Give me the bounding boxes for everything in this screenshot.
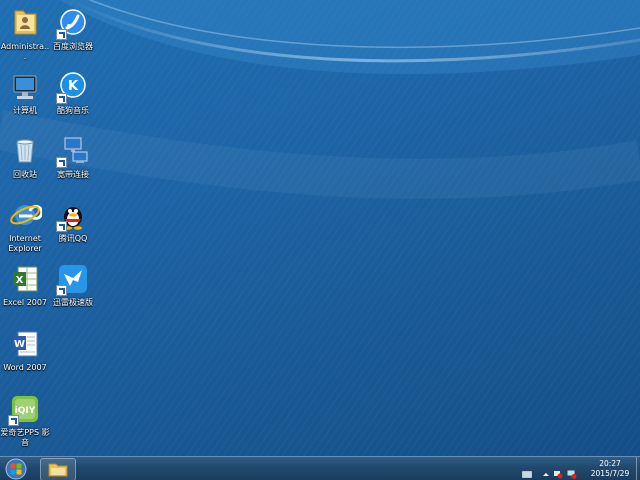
shortcut-arrow-icon bbox=[56, 93, 67, 104]
clock-date: 2015/7/29 bbox=[590, 469, 630, 478]
desktop-icon-excel[interactable]: X Excel 2007 bbox=[0, 262, 50, 308]
svg-text:K: K bbox=[68, 79, 79, 94]
show-desktop-button[interactable] bbox=[636, 457, 640, 480]
computer-icon bbox=[8, 70, 42, 104]
recycle-bin-icon bbox=[8, 134, 42, 168]
icon-label: Administra... bbox=[0, 42, 50, 61]
windows-start-icon[interactable] bbox=[3, 458, 29, 480]
shortcut-arrow-icon bbox=[56, 221, 67, 232]
network-status-icon[interactable] bbox=[567, 464, 577, 479]
svg-text:X: X bbox=[16, 275, 24, 286]
icon-label: 计算机 bbox=[13, 106, 37, 115]
shortcut-arrow-icon bbox=[56, 29, 67, 40]
desktop-icon-kugou[interactable]: K 酷狗音乐 bbox=[48, 70, 98, 116]
baidu-browser-icon bbox=[56, 6, 90, 40]
kugou-music-icon: K bbox=[56, 70, 90, 104]
user-folder-icon bbox=[8, 6, 42, 40]
desktop-icon-recycle-bin[interactable]: 回收站 bbox=[0, 134, 50, 180]
show-hidden-icons-icon[interactable] bbox=[541, 464, 551, 476]
desktop-icon-baidu-browser[interactable]: 百度浏览器 bbox=[48, 6, 98, 52]
icon-label: Excel 2007 bbox=[2, 298, 48, 307]
desktop-icon-administrator[interactable]: Administra... bbox=[0, 6, 50, 62]
desktop-icon-word[interactable]: W Word 2007 bbox=[0, 327, 50, 373]
taskbar-file-explorer-button[interactable] bbox=[40, 458, 76, 480]
shortcut-arrow-icon bbox=[8, 415, 19, 426]
clock-time: 20:27 bbox=[599, 459, 621, 468]
word-icon: W bbox=[8, 327, 42, 361]
svg-text:W: W bbox=[14, 339, 25, 350]
shortcut-arrow-icon bbox=[56, 285, 67, 296]
icon-label: 腾讯QQ bbox=[58, 234, 88, 243]
xunlei-icon bbox=[56, 262, 90, 296]
desktop: Administra... 计算机 回收站 Internet Explorer … bbox=[0, 0, 640, 480]
iqiyi-pps-icon: iQIY bbox=[8, 392, 42, 426]
icon-label: 回收站 bbox=[13, 170, 37, 179]
internet-explorer-icon bbox=[8, 198, 44, 232]
network-connection-icon bbox=[56, 134, 90, 168]
icon-label: 百度浏览器 bbox=[53, 42, 93, 51]
shortcut-arrow-icon bbox=[56, 157, 67, 168]
desktop-icon-xunlei[interactable]: 迅雷极速版 bbox=[48, 262, 98, 308]
action-center-flag-icon[interactable] bbox=[553, 464, 563, 479]
icon-label: 酷狗音乐 bbox=[57, 106, 89, 115]
desktop-icon-computer[interactable]: 计算机 bbox=[0, 70, 50, 116]
icon-label: 爱奇艺PPS 影音 bbox=[0, 428, 50, 447]
desktop-icon-iqiyi[interactable]: iQIY 爱奇艺PPS 影音 bbox=[0, 392, 50, 448]
taskbar-clock[interactable]: 20:27 2015/7/29 bbox=[585, 459, 635, 479]
icon-label: Internet Explorer bbox=[8, 234, 42, 253]
icon-label: Word 2007 bbox=[3, 363, 47, 372]
file-explorer-icon bbox=[48, 463, 68, 477]
desktop-icon-broadband[interactable]: 宽带连接 bbox=[48, 134, 98, 180]
desktop-icon-internet-explorer[interactable]: Internet Explorer bbox=[0, 198, 50, 254]
icon-label: 宽带连接 bbox=[57, 170, 89, 179]
desktop-icon-qq[interactable]: 腾讯QQ bbox=[48, 198, 98, 244]
taskbar: 20:27 2015/7/29 bbox=[0, 456, 640, 480]
excel-icon: X bbox=[8, 262, 42, 296]
keyboard-icon[interactable] bbox=[522, 464, 532, 478]
qq-icon bbox=[56, 198, 90, 232]
icon-label: 迅雷极速版 bbox=[53, 298, 93, 307]
